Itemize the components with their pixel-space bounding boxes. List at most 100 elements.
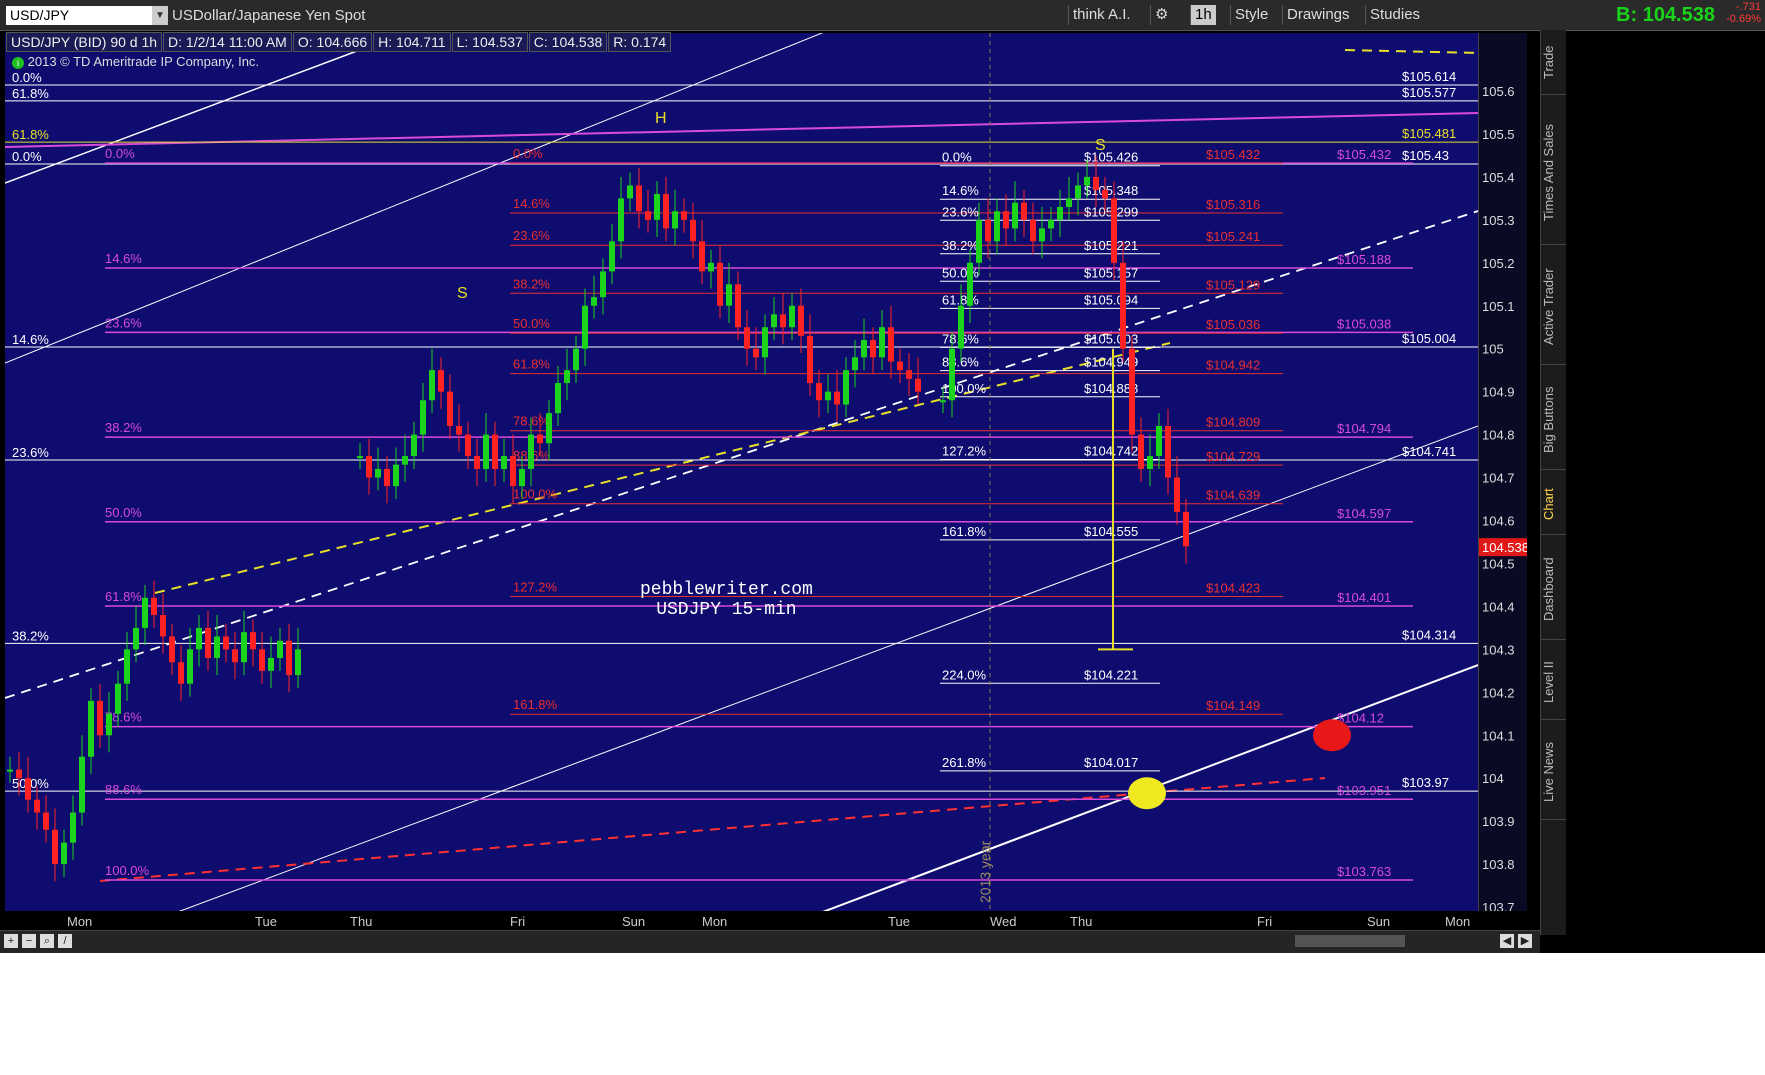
time-tick: Sun [622,914,645,929]
price-tick: 104.9 [1482,385,1515,400]
candle-body [861,340,867,358]
white-price-label: $103.97 [1402,775,1449,790]
red-price-label: $105.129 [1206,277,1260,292]
candle-body [834,391,840,405]
candle-body [528,434,534,469]
candle-body [25,778,31,800]
price-tick: 103.8 [1482,857,1515,872]
candle-body [546,413,552,444]
candle-body [465,434,471,457]
time-tick: Mon [67,914,92,929]
candle-body [232,649,238,663]
settings-icon[interactable]: ⚙ [1150,5,1172,25]
candle-body [61,842,67,865]
time-scrollbar[interactable] [1295,935,1405,947]
year-label: 2013 year [977,840,993,903]
candle-body [142,597,148,628]
candle-body [717,262,723,306]
tab-level-ii[interactable]: Level II [1541,645,1566,720]
candle-body [501,456,507,469]
tab-active-trader[interactable]: Active Trader [1541,250,1566,365]
chart-toolbar: USD/JPY ▼ USDollar/Japanese Yen Spot thi… [0,0,1765,31]
time-tick: Tue [255,914,277,929]
think-ai-button[interactable]: think A.I. [1068,5,1135,25]
candle-body [411,434,417,457]
tab-chart[interactable]: Chart [1541,475,1566,535]
current-price-text: 104.538 [1482,540,1527,555]
magenta-price-label: $105.188 [1337,252,1391,267]
shoulder-label-right: S [1095,137,1106,154]
scroll-right-icon[interactable]: ▶ [1518,934,1532,948]
candle-body [985,219,991,242]
fib-right-price-label: $104.017 [1084,755,1138,770]
candle-body [600,271,606,298]
tab-dashboard[interactable]: Dashboard [1541,540,1566,640]
zoom-out-icon[interactable]: − [22,934,36,948]
zoom-in-icon[interactable]: + [4,934,18,948]
candle-body [618,198,624,242]
net-change: -.731 -0.69% [1726,1,1761,25]
candle-body [16,769,22,779]
white-price-label: $104.314 [1402,627,1456,642]
fib-red-label: 14.6% [513,196,550,211]
aggregation-button[interactable]: 1h [1190,5,1216,25]
fib-right-pct-label: 23.6% [942,204,979,219]
tab-times-and-sales[interactable]: Times And Sales [1541,100,1566,245]
candle-body [70,812,76,843]
candle-body [537,434,543,444]
price-tick: 105.5 [1482,127,1515,142]
price-tick: 104.8 [1482,428,1515,443]
drawings-button[interactable]: Drawings [1282,5,1354,25]
candle-body [214,636,220,658]
drawing-tool-icon[interactable]: / [58,934,72,948]
candle-body [79,756,85,813]
magnifier-icon[interactable]: ⌕ [40,934,54,948]
fib-red-label: 100.0% [513,487,558,502]
candle-body [816,383,822,401]
chart-title: USD/JPY (BID) 90 d 1h [6,32,163,52]
tab-big-buttons[interactable]: Big Buttons [1541,370,1566,470]
candle-body [1147,456,1153,469]
tab-trade[interactable]: Trade [1541,30,1566,95]
fib-right-price-label: $104.555 [1084,524,1138,539]
fib-right-price-label: $104.742 [1084,444,1138,459]
candle-body [573,348,579,371]
fib-red-label: 78.6% [513,414,550,429]
chart-canvas[interactable]: 0.0%61.8%0.0%14.6%23.6%38.2%50.0%61.8%0.… [4,0,1479,914]
fib-magenta-label: 50.0% [105,505,142,520]
candle-body [250,632,256,650]
price-scale[interactable]: 105.6 105.5 105.4 105.3 105.2 105.1 105 104.9 10… [1478,33,1529,915]
time-tick: Tue [888,914,910,929]
candle-body [43,812,49,830]
red-price-label: $105.036 [1206,317,1260,332]
candle-body [510,456,516,487]
style-button[interactable]: Style [1230,5,1272,25]
candle-body [949,348,955,401]
fib-right-price-label: $105.094 [1084,292,1138,307]
symbol-dropdown-icon[interactable]: ▼ [152,6,168,25]
candle-body [1048,219,1054,229]
trend-line [154,342,1171,594]
studies-button[interactable]: Studies [1365,5,1424,25]
tab-live-news[interactable]: Live News [1541,725,1566,820]
symbol-input[interactable]: USD/JPY [6,6,166,25]
scroll-left-icon[interactable]: ◀ [1500,934,1514,948]
red-price-label: $104.729 [1206,449,1260,464]
candle-body [798,305,804,336]
candle-body [1120,262,1126,349]
head-label: H [655,110,667,127]
white-price-label: $104.741 [1402,444,1456,459]
fib-right-pct-label: 0.0% [942,150,972,165]
fib-right-price-label: $105.426 [1084,150,1138,165]
target-circle-red [1313,719,1351,752]
price-chart[interactable]: 0.0%61.8%0.0%14.6%23.6%38.2%50.0%61.8%0.… [4,0,1479,914]
info-date: D: 1/2/14 11:00 AM [163,32,292,52]
candle-body [1156,426,1162,457]
candle-body [1057,206,1063,220]
magenta-price-label: $103.951 [1337,783,1391,798]
fib-red-label: 127.2% [513,580,558,595]
candle-body [1165,426,1171,478]
candle-body [879,327,885,358]
candle-body [1012,202,1018,229]
white-price-label: $105.004 [1402,331,1456,346]
